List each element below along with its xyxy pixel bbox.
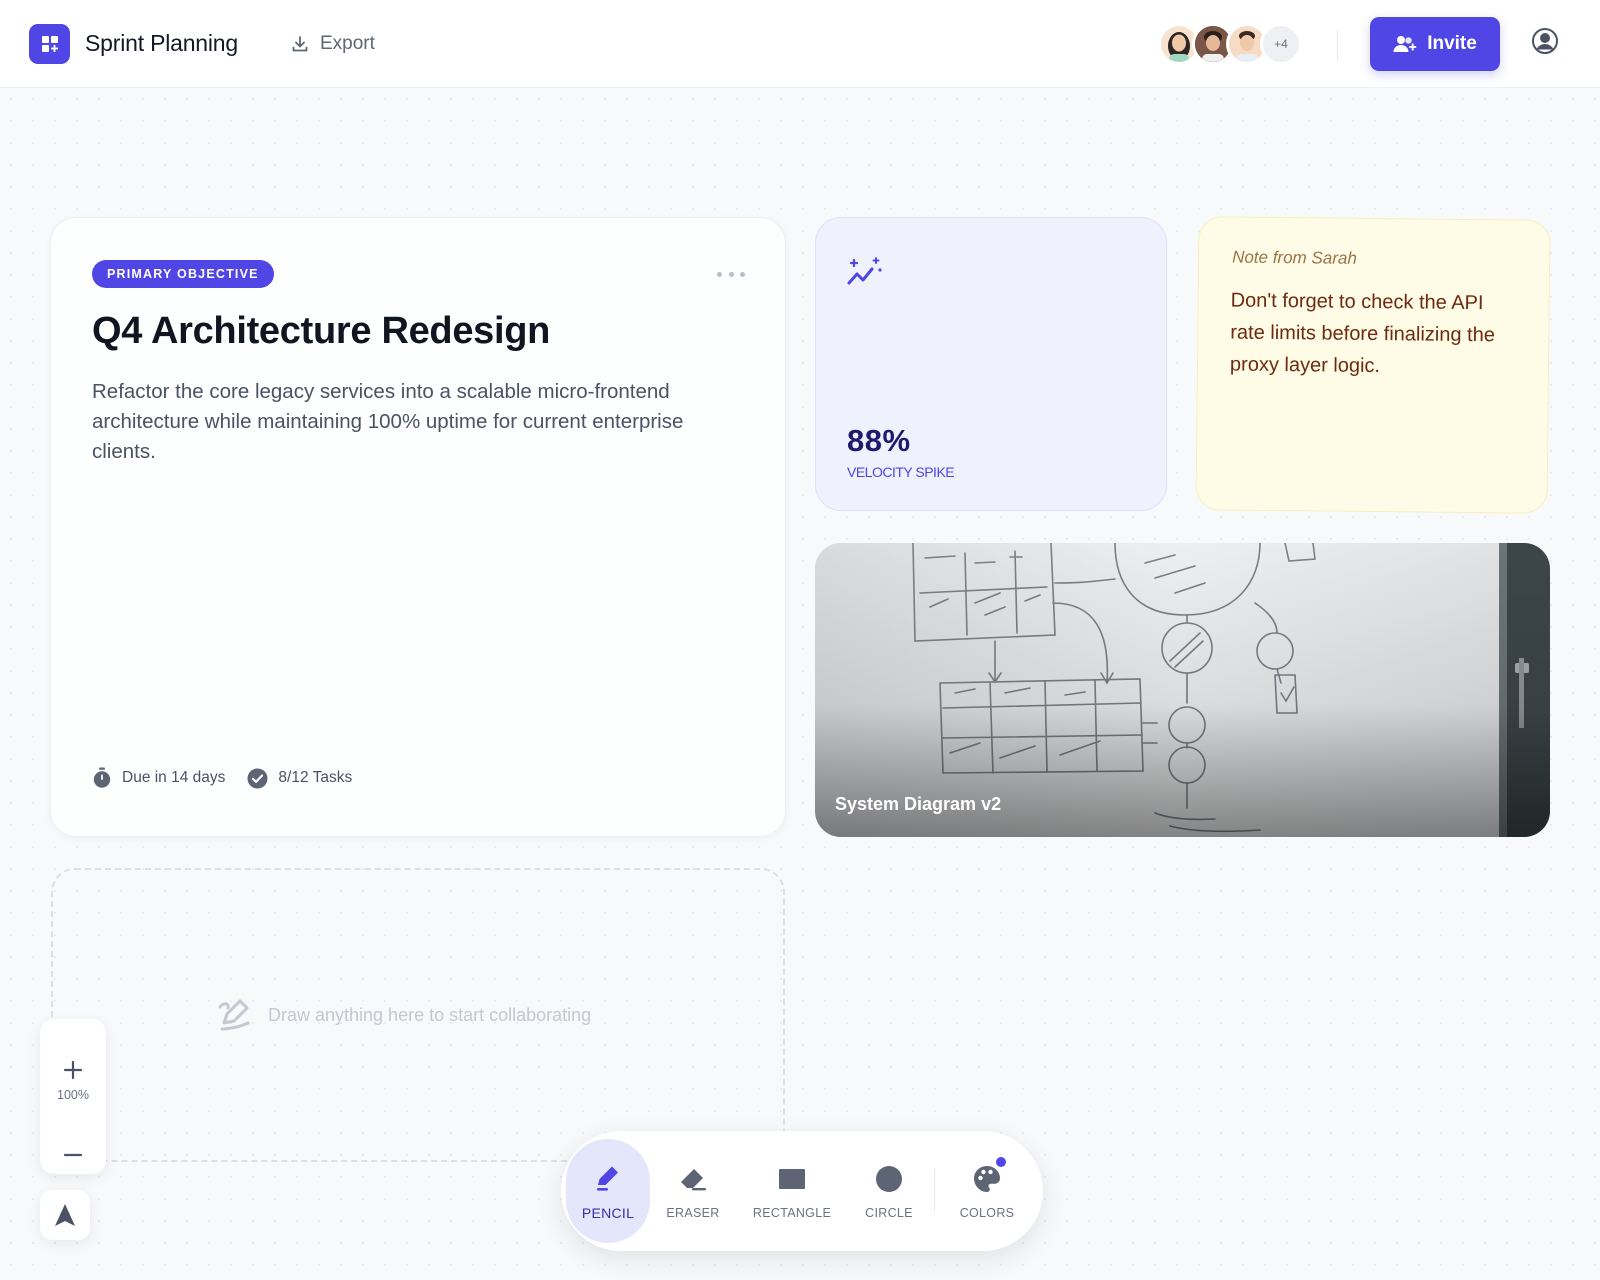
velocity-label: VELOCITY SPIKE — [847, 464, 955, 480]
zoom-controls: 100% — [40, 1019, 106, 1174]
download-icon — [292, 36, 308, 52]
tool-eraser[interactable]: ERASER — [652, 1139, 734, 1243]
minus-icon — [63, 1153, 83, 1157]
tool-label: CIRCLE — [865, 1206, 913, 1220]
invite-button[interactable]: Invite — [1370, 17, 1500, 71]
draw-pencil-icon — [218, 999, 250, 1031]
note-author: Note from Sarah — [1232, 247, 1357, 268]
zoom-in-button[interactable] — [40, 1050, 106, 1090]
invite-label: Invite — [1427, 33, 1477, 54]
velocity-value: 88% — [847, 423, 911, 458]
system-diagram-card[interactable]: System Diagram v2 — [815, 543, 1550, 837]
objective-badge: PRIMARY OBJECTIVE — [92, 260, 274, 288]
check-circle-icon — [247, 768, 268, 788]
toolbar-divider — [934, 1169, 935, 1211]
empty-canvas-text: Draw anything here to start collaboratin… — [268, 1004, 592, 1025]
add-user-icon — [1393, 36, 1417, 52]
whiteboard-sketch-image — [815, 543, 1550, 837]
collaborator-avatars[interactable]: +4 — [1158, 23, 1302, 65]
drawing-toolbar: PENCIL ERASER RECTANGLE CIRCLE COLORS — [561, 1131, 1043, 1251]
trend-sparkle-icon — [847, 257, 882, 285]
rectangle-icon — [778, 1162, 806, 1196]
app-logo-icon[interactable] — [29, 24, 70, 64]
tool-label: PENCIL — [581, 1205, 635, 1221]
note-body: Don't forget to check the API rate limit… — [1229, 289, 1496, 378]
tool-pencil[interactable]: PENCIL — [566, 1139, 650, 1243]
plus-icon — [63, 1060, 83, 1080]
palette-icon — [972, 1162, 1002, 1196]
pencil-icon — [594, 1161, 622, 1195]
due-label: Due in 14 days — [122, 769, 226, 786]
navigate-button[interactable] — [40, 1190, 90, 1240]
profile-icon[interactable] — [1531, 27, 1559, 55]
sticky-note[interactable]: Note from Sarah Don't forget to check th… — [1195, 216, 1551, 514]
timer-icon — [93, 767, 111, 788]
export-button[interactable]: Export — [290, 30, 375, 58]
objective-description: Refactor the core legacy services into a… — [92, 380, 684, 463]
objective-meta: Due in 14 days 8/12 Tasks — [92, 766, 374, 790]
tool-label: RECTANGLE — [752, 1206, 832, 1220]
header-divider — [1337, 30, 1338, 60]
objective-title: Q4 Architecture Redesign — [92, 310, 551, 352]
active-color-indicator — [996, 1157, 1006, 1167]
zoom-out-button[interactable] — [40, 1135, 106, 1175]
export-label: Export — [320, 33, 375, 54]
zoom-level: 100% — [57, 1088, 89, 1102]
eraser-icon — [678, 1162, 708, 1196]
tasks-label: 8/12 Tasks — [278, 769, 353, 786]
tool-label: COLORS — [959, 1206, 1015, 1220]
more-options-icon[interactable] — [717, 264, 745, 284]
board-title: Sprint Planning — [85, 30, 238, 56]
velocity-card[interactable]: 88% VELOCITY SPIKE — [815, 217, 1167, 511]
tool-circle[interactable]: CIRCLE — [849, 1139, 929, 1243]
drawing-drop-zone[interactable]: Draw anything here to start collaboratin… — [51, 868, 785, 1162]
tool-colors[interactable]: COLORS — [941, 1139, 1033, 1243]
circle-icon — [875, 1162, 903, 1196]
tool-rectangle[interactable]: RECTANGLE — [737, 1139, 847, 1243]
task-progress: 8/12 Tasks — [247, 768, 352, 789]
objective-card[interactable]: PRIMARY OBJECTIVE Q4 Architecture Redesi… — [50, 217, 786, 837]
diagram-caption: System Diagram v2 — [835, 794, 1002, 814]
due-date: Due in 14 days — [92, 767, 225, 789]
navigation-arrow-icon — [55, 1204, 75, 1226]
empty-canvas-hint: Draw anything here to start collaboratin… — [218, 999, 591, 1031]
more-collaborators-count[interactable]: +4 — [1260, 23, 1302, 65]
top-bar: Sprint Planning Export +4 Invite — [0, 0, 1600, 88]
tool-label: ERASER — [666, 1206, 720, 1220]
